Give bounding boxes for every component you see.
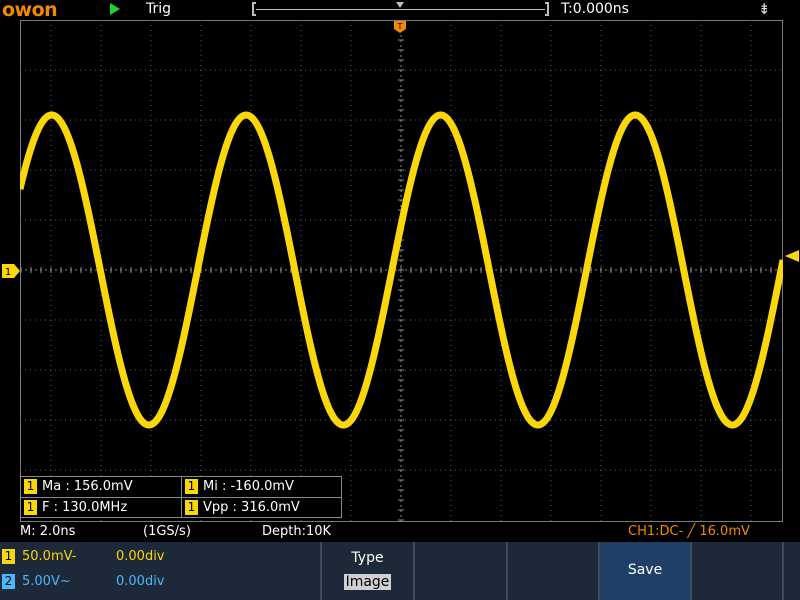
- usb-icon: ⇟: [758, 0, 771, 18]
- status-bar: owon Trig T:0.000ns ⇟: [0, 0, 800, 20]
- save-button[interactable]: Save: [598, 542, 690, 600]
- ch1-ground-marker-icon[interactable]: 1: [1, 263, 21, 279]
- ch2-offset: 0.00div: [116, 574, 165, 589]
- ch1-scale: 50.0mV-: [22, 549, 77, 564]
- ch2-badge: 2: [2, 574, 15, 589]
- ch2-scale: 5.00V~: [22, 574, 71, 589]
- measurement-panel: 1 Ma : 156.0mV 1 Mi : -160.0mV 1 F : 130.0M…: [20, 476, 342, 518]
- trigger-position-marker-icon[interactable]: T: [393, 20, 407, 34]
- measurement-max[interactable]: 1 Ma : 156.0mV: [24, 477, 133, 497]
- play-icon[interactable]: [110, 3, 120, 15]
- timebase[interactable]: M: 2.0ns: [20, 522, 75, 542]
- position-indicator-icon: [396, 2, 404, 8]
- measurement-min[interactable]: 1 Mi : -160.0mV: [185, 477, 294, 497]
- ch1-ground-label: 1: [5, 267, 11, 278]
- measurement-min-label: Mi : -160.0mV: [203, 479, 294, 494]
- waveform-display[interactable]: [20, 20, 783, 522]
- acquisition-info-row: M: 2.0ns (1GS/s) Depth:10K CH1:DC- ╱ 16.…: [0, 522, 800, 542]
- save-button-label: Save: [627, 562, 663, 578]
- record-depth: Depth:10K: [262, 524, 332, 539]
- graticule: [20, 20, 783, 522]
- softkey-empty-3[interactable]: [506, 542, 598, 600]
- trigger-time: T:0.000ns: [561, 1, 629, 17]
- softkey-type-value: Image: [343, 574, 392, 590]
- measurement-max-label: Ma : 156.0mV: [42, 479, 133, 494]
- channel-info-panel: 1 50.0mV- 0.00div 2 5.00V~ 0.00div: [0, 542, 320, 600]
- measurement-vpp-label: Vpp : 316.0mV: [203, 500, 300, 515]
- softkey-type[interactable]: Type Image: [320, 542, 413, 600]
- sample-rate: (1GS/s): [143, 524, 191, 539]
- trigger-settings[interactable]: CH1:DC- ╱ 16.0mV: [628, 522, 750, 542]
- trigger-position-label: T: [397, 22, 403, 31]
- bottom-menu: 1 50.0mV- 0.00div 2 5.00V~ 0.00div Type …: [0, 542, 800, 600]
- memory-position-bar: [252, 2, 549, 16]
- trigger-status: Trig: [146, 1, 172, 17]
- channel-badge: 1: [24, 479, 37, 494]
- softkey-type-title: Type: [351, 550, 384, 566]
- brand-logo: owon: [2, 0, 58, 21]
- measurement-frequency-label: F : 130.0MHz: [42, 500, 128, 515]
- softkey-empty-6[interactable]: [782, 542, 800, 600]
- trigger-level-marker-icon[interactable]: [784, 249, 800, 263]
- measurement-vpp[interactable]: 1 Vpp : 316.0mV: [185, 498, 300, 518]
- measurement-frequency[interactable]: 1 F : 130.0MHz: [24, 498, 127, 518]
- channel-badge: 1: [185, 479, 198, 494]
- ch1-offset: 0.00div: [116, 549, 165, 564]
- softkey-empty-2[interactable]: [413, 542, 506, 600]
- softkey-empty-5[interactable]: [690, 542, 782, 600]
- ch1-badge: 1: [2, 549, 15, 564]
- channel-badge: 1: [185, 500, 198, 515]
- channel-badge: 1: [24, 500, 37, 515]
